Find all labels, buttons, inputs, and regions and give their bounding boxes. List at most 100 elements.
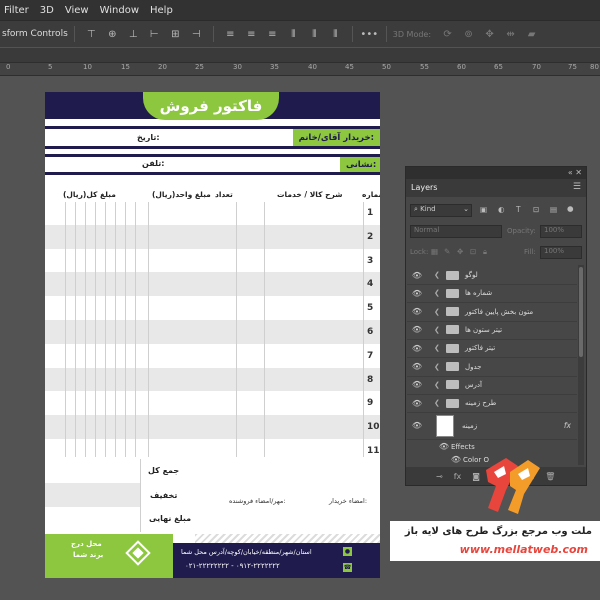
- chevron-right-icon[interactable]: ❮: [434, 399, 442, 407]
- total-cell: [45, 459, 140, 483]
- color-overlay-eye-icon[interactable]: 👁︎: [449, 455, 463, 464]
- options-bar: sform Controls ⊤ ⊕ ⊥ ⊢ ⊞ ⊣ ≡ ≡ ≡ ⦀ ⦀ ⦀ •…: [0, 20, 600, 47]
- menu-filter[interactable]: Filter: [0, 5, 36, 16]
- lock-pixels-icon[interactable]: ▦: [431, 247, 438, 256]
- layer-group[interactable]: 👁︎ ❮ متون بخش پایین فاکتور: [407, 303, 577, 322]
- table-column-line: [135, 202, 136, 457]
- visibility-eye-icon[interactable]: 👁︎: [410, 362, 424, 371]
- slide-3d-icon[interactable]: ⇹: [505, 29, 516, 40]
- menu-view[interactable]: View: [61, 5, 96, 16]
- lock-brush-icon[interactable]: ✎: [444, 247, 450, 256]
- chevron-right-icon[interactable]: ❮: [434, 271, 442, 279]
- menu-3d[interactable]: 3D: [36, 5, 61, 16]
- table-column-line: [75, 202, 76, 457]
- fill-input[interactable]: 100%: [540, 246, 582, 259]
- shape-filter-icon[interactable]: ⊡: [533, 205, 539, 214]
- lock-move-icon[interactable]: ✥: [457, 247, 463, 256]
- more-options-icon[interactable]: •••: [360, 29, 378, 40]
- divider-band: [45, 172, 380, 175]
- scale-3d-icon[interactable]: ▰: [526, 29, 537, 40]
- chevron-right-icon[interactable]: ❮: [434, 381, 442, 389]
- distribute-vcenter-icon[interactable]: ≡: [246, 29, 257, 40]
- chevron-right-icon[interactable]: ❮: [434, 344, 442, 352]
- layers-scroll-thumb[interactable]: [579, 267, 583, 357]
- tab-layers[interactable]: Layers: [411, 183, 437, 192]
- smart-object-filter-icon[interactable]: ▤: [550, 205, 557, 214]
- layer-group[interactable]: 👁︎ ❮ شماره ها: [407, 284, 577, 304]
- align-vcenter-icon[interactable]: ⊕: [107, 29, 118, 40]
- chevron-right-icon[interactable]: ❮: [434, 326, 442, 334]
- distribute-hcenter-icon[interactable]: ⦀: [309, 29, 320, 40]
- distribute-bottom-icon[interactable]: ≡: [267, 29, 278, 40]
- chevron-right-icon[interactable]: ❮: [434, 308, 442, 316]
- distribute-left-icon[interactable]: ⦀: [288, 29, 299, 40]
- layer-group[interactable]: 👁︎ ❮ تیتر فاکتور: [407, 339, 577, 359]
- fx-badge[interactable]: fx: [564, 421, 571, 430]
- table-column-line: [264, 202, 265, 457]
- layer-group[interactable]: 👁︎ ❮ لوگو: [407, 266, 577, 285]
- visibility-eye-icon[interactable]: 👁︎: [410, 344, 424, 353]
- link-layers-icon[interactable]: ⊸: [436, 472, 443, 481]
- table-column-line: [65, 202, 66, 457]
- grand-total-label: جمع کل: [148, 466, 180, 475]
- layer-background[interactable]: 👁︎ زمینه fx: [407, 412, 577, 440]
- layer-group[interactable]: 👁︎ ❮ طرح زمینه: [407, 394, 577, 414]
- visibility-eye-icon[interactable]: 👁︎: [410, 421, 424, 430]
- chevron-right-icon[interactable]: ❮: [434, 363, 442, 371]
- pan-3d-icon[interactable]: ✥: [484, 29, 495, 40]
- menu-help[interactable]: Help: [146, 5, 180, 16]
- align-right-icon[interactable]: ⊣: [191, 29, 202, 40]
- visibility-eye-icon[interactable]: 👁︎: [410, 399, 424, 408]
- visibility-eye-icon[interactable]: 👁︎: [410, 271, 424, 280]
- ruler-label: 70: [532, 63, 541, 71]
- separator: [385, 26, 387, 42]
- panel-menu-icon[interactable]: ☰: [573, 182, 581, 192]
- menu-window[interactable]: Window: [96, 5, 146, 16]
- orbit-3d-icon[interactable]: ⟳: [442, 29, 453, 40]
- layer-group[interactable]: 👁︎ ❮ تیتر ستون ها: [407, 321, 577, 340]
- lock-label: Lock:: [410, 248, 429, 256]
- visibility-eye-icon[interactable]: 👁︎: [410, 325, 424, 334]
- visibility-eye-icon[interactable]: 👁︎: [410, 307, 424, 316]
- align-top-icon[interactable]: ⊤: [86, 29, 97, 40]
- address-label: نشانی:: [340, 157, 380, 172]
- phone-label: تلفن:: [142, 159, 165, 168]
- chevron-right-icon[interactable]: ❮: [434, 289, 442, 297]
- panel-titlebar[interactable]: « ✕: [406, 167, 586, 179]
- image-filter-icon[interactable]: ▣: [480, 205, 487, 214]
- effects-eye-icon[interactable]: 👁︎: [437, 442, 451, 451]
- invoice-footer: محل درج برند شما ● ☎ استان/شهر/منطقه/خیا…: [45, 534, 380, 578]
- distribute-right-icon[interactable]: ⦀: [330, 29, 341, 40]
- lock-artboard-icon[interactable]: ⊡: [470, 247, 476, 256]
- discount-cell: [45, 483, 140, 507]
- visibility-eye-icon[interactable]: 👁︎: [410, 289, 424, 298]
- collapse-panel-icon[interactable]: « ✕: [568, 168, 582, 177]
- align-bottom-icon[interactable]: ⊥: [128, 29, 139, 40]
- filter-toggle-icon[interactable]: ●: [567, 204, 574, 213]
- row-number: 2: [367, 231, 374, 242]
- discount-label: تخفیف: [150, 491, 178, 500]
- kind-filter-select[interactable]: ⌕ Kind ⌄: [410, 204, 472, 217]
- column-header-number: شماره: [362, 190, 380, 199]
- align-left-icon[interactable]: ⊢: [149, 29, 160, 40]
- type-filter-icon[interactable]: T: [516, 205, 521, 214]
- distribute-top-icon[interactable]: ≡: [225, 29, 236, 40]
- date-label: تاریخ:: [137, 133, 160, 142]
- layer-group[interactable]: 👁︎ ❮ جدول: [407, 358, 577, 377]
- opacity-input[interactable]: 100%: [540, 225, 582, 238]
- adjustment-filter-icon[interactable]: ◐: [498, 205, 505, 214]
- ruler-label: 40: [308, 63, 317, 71]
- blend-mode-select[interactable]: Normal: [410, 225, 502, 238]
- table-column-line: [363, 202, 364, 457]
- lock-all-icon[interactable]: 🔒︎: [483, 247, 487, 257]
- visibility-eye-icon[interactable]: 👁︎: [410, 380, 424, 389]
- invoice-document[interactable]: فاکتور فروش خریدار آقای/خانم: تاریخ: نشا…: [45, 92, 380, 578]
- align-hcenter-icon[interactable]: ⊞: [170, 29, 181, 40]
- layer-group[interactable]: 👁︎ ❮ آدرس: [407, 376, 577, 395]
- address-field: نشانی:: [340, 157, 380, 172]
- roll-3d-icon[interactable]: ⊚: [463, 29, 474, 40]
- watermark-line2: www.mellatweb.com: [459, 543, 588, 556]
- transform-controls-label[interactable]: sform Controls: [2, 29, 68, 39]
- table-column-line: [125, 202, 126, 457]
- add-style-icon[interactable]: fx: [454, 472, 462, 481]
